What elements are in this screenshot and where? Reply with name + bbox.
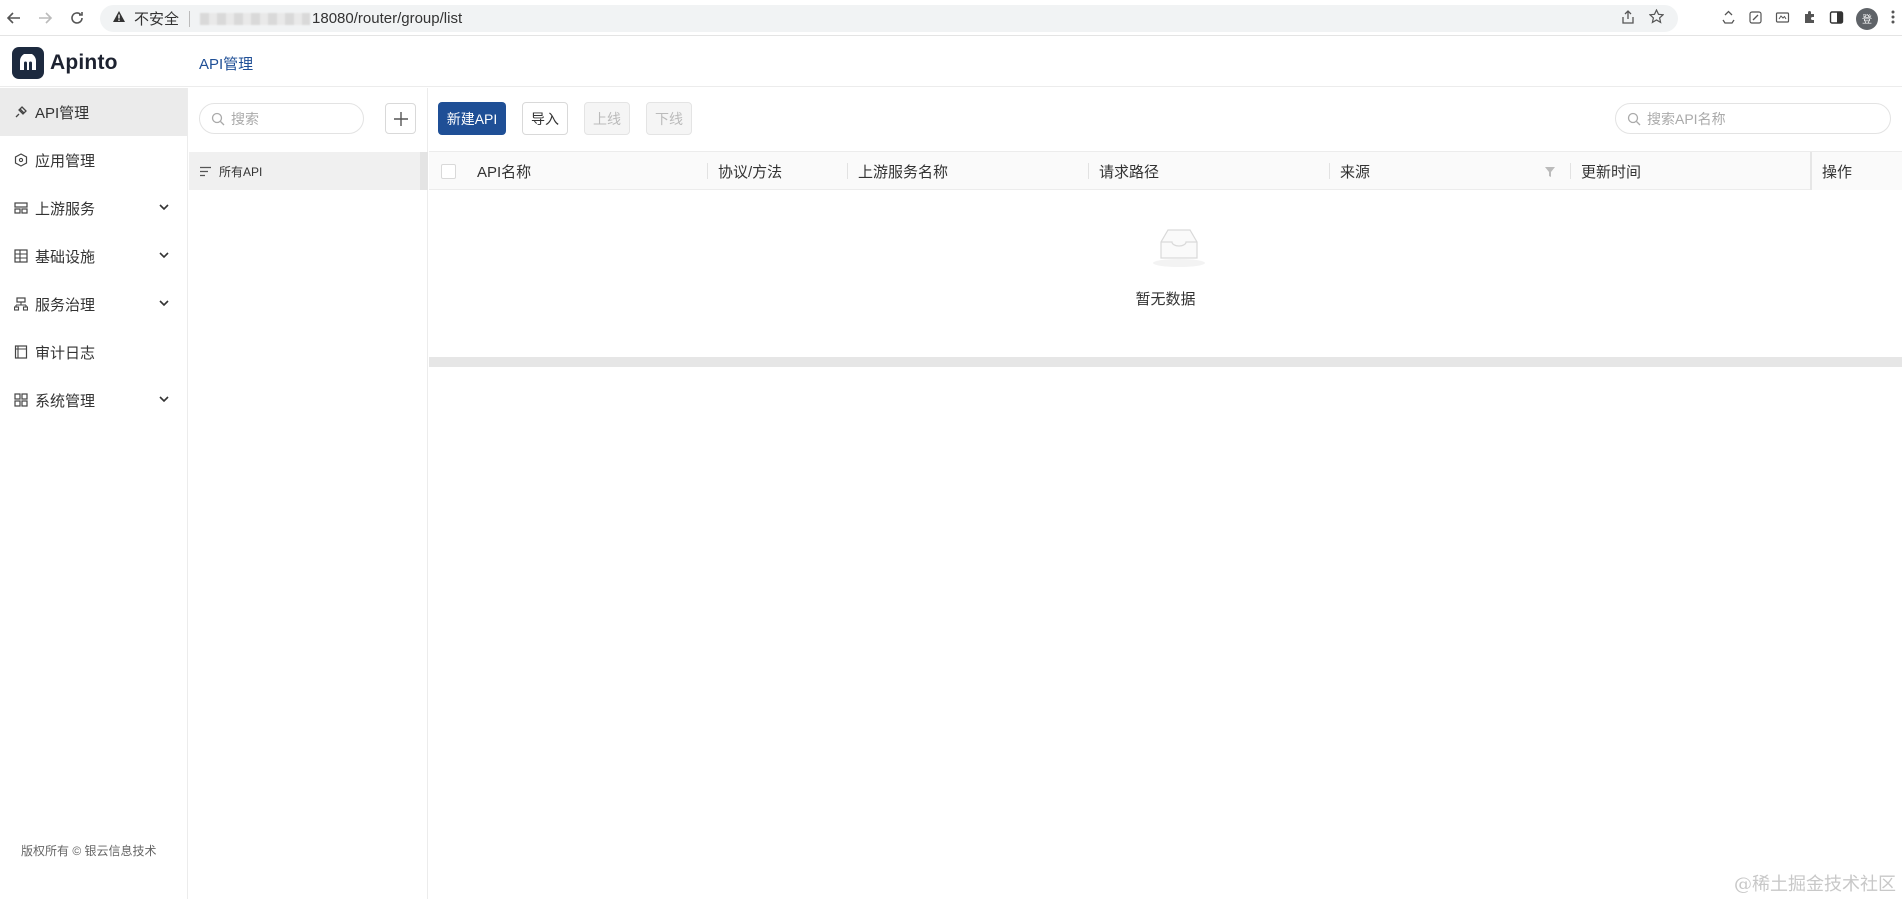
api-search-input[interactable]: 搜索API名称 xyxy=(1615,103,1891,134)
empty-state: 暂无数据 xyxy=(429,191,1902,341)
audit-log-icon xyxy=(13,344,29,360)
main-content: 新建API 导入 上线 下线 搜索API名称 API名称 协议/方法 上游服务名… xyxy=(429,88,1902,899)
app-header: Apinto API管理 xyxy=(0,37,1902,87)
forward-icon[interactable] xyxy=(32,5,58,31)
chevron-down-icon xyxy=(159,204,169,211)
api-group-panel: 搜索 所有API xyxy=(189,88,428,899)
sidebar-item-label: API管理 xyxy=(35,104,90,122)
watermark: @稀土掘金技术社区 xyxy=(1734,874,1896,895)
group-item-label: 所有API xyxy=(219,164,263,179)
plus-icon xyxy=(393,111,408,126)
column-header-api-name[interactable]: API名称 xyxy=(477,152,531,190)
puzzle-extensions-icon[interactable] xyxy=(1802,10,1817,28)
list-tree-icon xyxy=(200,166,211,176)
add-group-button[interactable] xyxy=(385,103,416,134)
column-header-request-path[interactable]: 请求路径 xyxy=(1099,152,1159,190)
sidebar-item-service-governance[interactable]: 服务治理 xyxy=(0,280,187,328)
search-icon xyxy=(211,112,225,125)
chevron-down-icon xyxy=(159,396,169,403)
infrastructure-icon xyxy=(13,248,29,264)
system-icon xyxy=(13,392,29,408)
governance-icon xyxy=(13,296,29,312)
empty-text: 暂无数据 xyxy=(1135,291,1196,308)
column-header-protocol-method[interactable]: 协议/方法 xyxy=(718,152,782,190)
chevron-down-icon xyxy=(159,252,169,259)
column-header-updated-time[interactable]: 更新时间 xyxy=(1581,152,1641,190)
import-button[interactable]: 导入 xyxy=(522,102,568,135)
browser-toolbar: 不安全 18080/router/group/list 登 xyxy=(0,0,1902,36)
table-header: API名称 协议/方法 上游服务名称 请求路径 来源 更新时间 操作 xyxy=(429,152,1902,190)
profile-avatar[interactable]: 登 xyxy=(1856,7,1878,30)
group-item-all-api[interactable]: 所有API xyxy=(189,152,428,190)
sidebar-item-upstream-services[interactable]: 上游服务 xyxy=(0,184,187,232)
column-header-actions: 操作 xyxy=(1810,152,1902,190)
sidebar-item-infrastructure[interactable]: 基础设施 xyxy=(0,232,187,280)
copyright-text: 版权所有 © 银云信息技术 xyxy=(21,844,157,858)
sidebar-item-label: 审计日志 xyxy=(35,344,96,362)
column-header-actions-label: 操作 xyxy=(1822,163,1853,181)
back-icon[interactable] xyxy=(1,5,27,31)
share-icon[interactable] xyxy=(1621,9,1635,28)
app-icon xyxy=(13,152,29,168)
url-path: 18080/router/group/list xyxy=(312,10,463,27)
column-header-source[interactable]: 来源 xyxy=(1340,152,1370,190)
sidebar-item-label: 服务治理 xyxy=(35,296,96,314)
bookmark-star-icon[interactable] xyxy=(1648,8,1665,28)
sidebar-item-label: 基础设施 xyxy=(35,248,96,266)
side-panel-icon[interactable] xyxy=(1829,10,1844,28)
empty-inbox-icon xyxy=(1153,229,1205,267)
horizontal-scrollbar[interactable] xyxy=(429,357,1902,367)
warning-icon xyxy=(112,10,126,27)
column-header-upstream-name[interactable]: 上游服务名称 xyxy=(858,152,948,190)
browser-menu-icon[interactable] xyxy=(1890,9,1896,28)
online-button[interactable]: 上线 xyxy=(584,102,630,135)
logo-text: Apinto xyxy=(50,51,118,74)
group-search-placeholder: 搜索 xyxy=(231,110,259,127)
api-search-placeholder: 搜索API名称 xyxy=(1647,110,1726,127)
sidebar-item-app-management[interactable]: 应用管理 xyxy=(0,136,187,184)
edit-extension-icon[interactable] xyxy=(1748,10,1763,28)
new-api-button[interactable]: 新建API xyxy=(438,102,506,135)
panel-scrollbar[interactable] xyxy=(420,152,428,190)
reload-icon[interactable] xyxy=(64,5,90,31)
screenshot-extension-icon[interactable] xyxy=(1775,10,1790,28)
sidebar-item-api-management[interactable]: API管理 xyxy=(0,88,187,136)
select-all-checkbox[interactable] xyxy=(441,164,456,179)
api-icon xyxy=(13,104,29,120)
chevron-down-icon xyxy=(159,300,169,307)
blurred-host xyxy=(200,12,311,25)
sidebar: API管理 应用管理 上游服务 基础设施 服务治理 审计日志 系统管理 版权所有… xyxy=(0,88,188,899)
recycle-extension-icon[interactable] xyxy=(1721,10,1736,28)
filter-icon[interactable] xyxy=(1544,165,1556,182)
sidebar-item-system-management[interactable]: 系统管理 xyxy=(0,376,187,424)
search-icon xyxy=(1627,112,1641,125)
sidebar-item-audit-log[interactable]: 审计日志 xyxy=(0,328,187,376)
toolbar: 新建API 导入 上线 下线 搜索API名称 xyxy=(429,88,1902,152)
logo[interactable]: Apinto xyxy=(12,47,118,79)
sidebar-item-label: 系统管理 xyxy=(35,392,96,410)
logo-icon xyxy=(12,47,44,79)
sidebar-item-label: 上游服务 xyxy=(35,200,96,218)
offline-button[interactable]: 下线 xyxy=(646,102,692,135)
address-bar[interactable]: 不安全 18080/router/group/list xyxy=(100,5,1678,32)
sidebar-item-label: 应用管理 xyxy=(35,152,96,170)
insecure-label: 不安全 xyxy=(134,11,180,28)
group-search-input[interactable]: 搜索 xyxy=(199,103,364,134)
breadcrumb[interactable]: API管理 xyxy=(199,53,253,74)
upstream-icon xyxy=(13,200,29,216)
